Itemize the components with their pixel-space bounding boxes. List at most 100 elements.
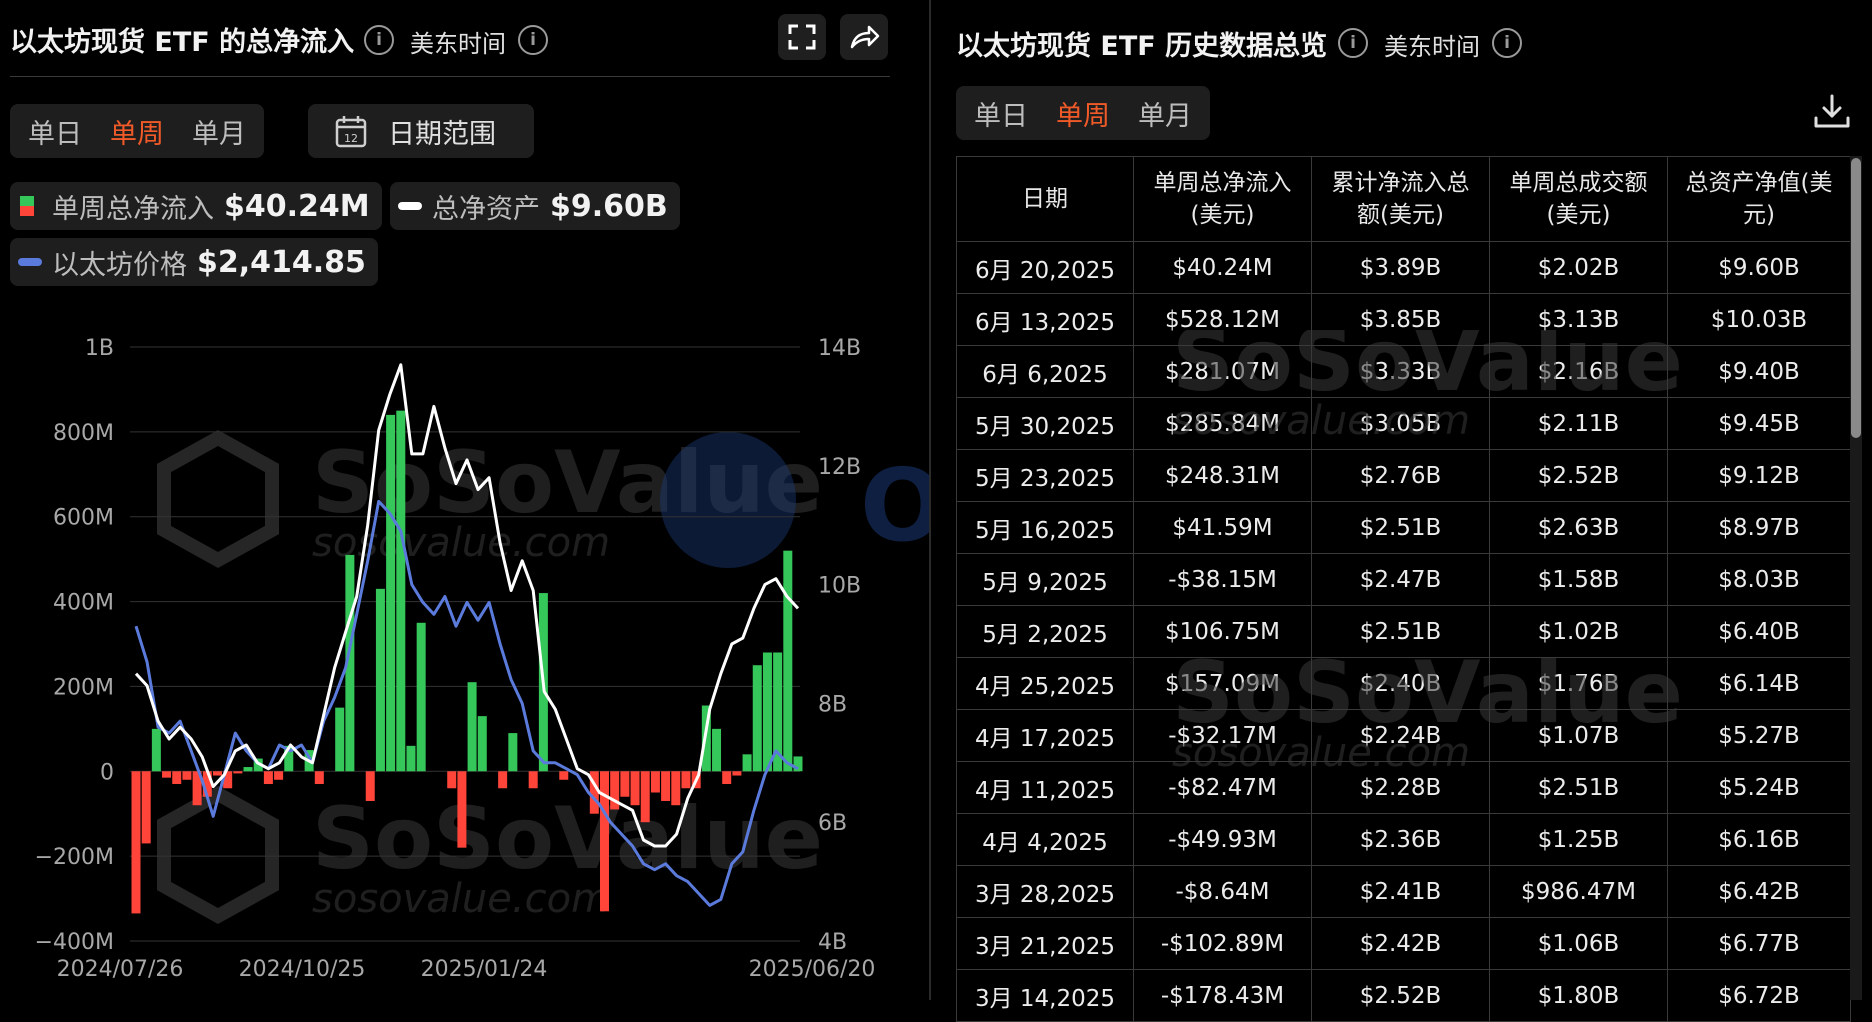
cell-cumulative-inflow: $2.76B	[1311, 449, 1490, 502]
table-row[interactable]: 4月 11,2025 -$82.47M $2.28B $2.51B $5.24B	[956, 761, 1851, 814]
inflow-bar[interactable]	[406, 745, 416, 772]
inflow-bar[interactable]	[233, 771, 243, 774]
table-row[interactable]: 6月 20,2025 $40.24M $3.89B $2.02B $9.60B	[956, 241, 1851, 294]
table-row[interactable]: 5月 16,2025 $41.59M $2.51B $2.63B $8.97B	[956, 501, 1851, 554]
net-inflow-chart[interactable]: SoSoValue sosovalue.com SoSoValue sosova…	[0, 0, 930, 1000]
inflow-bar[interactable]	[182, 771, 192, 780]
inflow-bar[interactable]	[508, 733, 518, 772]
inflow-bar[interactable]	[396, 410, 406, 772]
table-row[interactable]: 5月 9,2025 -$38.15M $2.47B $1.58B $8.03B	[956, 553, 1851, 606]
cell-cumulative-inflow: $2.42B	[1311, 917, 1490, 970]
inflow-bar[interactable]	[386, 414, 396, 772]
table-row[interactable]: 4月 4,2025 -$49.93M $2.36B $1.25B $6.16B	[956, 813, 1851, 866]
inflow-bar[interactable]	[793, 756, 803, 772]
inflow-bar[interactable]	[783, 550, 793, 772]
inflow-bar[interactable]	[274, 771, 284, 780]
table-row[interactable]: 4月 25,2025 $157.09M $2.40B $1.76B $6.14B	[956, 657, 1851, 710]
inflow-bar[interactable]	[457, 771, 467, 848]
inflow-bar[interactable]	[752, 665, 762, 772]
inflow-bar[interactable]	[467, 682, 477, 772]
y-axis-right: 14B 12B 10B 8B 6B 4B	[818, 336, 861, 955]
col-weekly-inflow-header[interactable]: 单周总净流入 (美元)	[1133, 156, 1312, 242]
net-inflow-chart-panel: 以太坊现货 ETF 的总净流入 i 美东时间 i 单日 单周 单月 12 日期范…	[0, 0, 930, 1000]
cell-net-assets: $5.24B	[1667, 761, 1851, 814]
table-row[interactable]: 3月 14,2025 -$178.43M $2.52B $1.80B $6.72B	[956, 969, 1851, 1022]
col-net-assets-header[interactable]: 总资产净值(美 元)	[1667, 156, 1851, 242]
timezone-info-icon[interactable]: i	[1492, 28, 1522, 58]
inflow-bar[interactable]	[762, 652, 772, 772]
cell-cumulative-inflow: $2.51B	[1311, 501, 1490, 554]
y-left-tick: 200M	[53, 675, 114, 700]
inflow-bar[interactable]	[661, 771, 671, 801]
inflow-bar[interactable]	[141, 771, 151, 844]
inflow-bar[interactable]	[477, 716, 487, 772]
table-row[interactable]: 3月 21,2025 -$102.89M $2.42B $1.06B $6.77B	[956, 917, 1851, 970]
cell-date: 4月 25,2025	[956, 657, 1134, 710]
table-row[interactable]: 5月 2,2025 $106.75M $2.51B $1.02B $6.40B	[956, 605, 1851, 658]
inflow-bar[interactable]	[131, 771, 141, 914]
inflow-bar[interactable]	[416, 622, 426, 772]
table-row[interactable]: 3月 28,2025 -$8.64M $2.41B $986.47M $6.42B	[956, 865, 1851, 918]
inflow-bar[interactable]	[314, 771, 324, 785]
watermark-odaily: ODAILY	[860, 447, 930, 564]
inflow-bar[interactable]	[172, 771, 182, 785]
inflow-bar[interactable]	[498, 771, 508, 789]
col-weekly-volume-header[interactable]: 单周总成交额 (美元)	[1489, 156, 1668, 242]
inflow-bar[interactable]	[742, 754, 752, 772]
inflow-bar[interactable]	[335, 707, 345, 772]
watermark-logo-1	[157, 429, 279, 569]
cell-date: 5月 2,2025	[956, 605, 1134, 658]
download-icon[interactable]	[1812, 92, 1852, 132]
tab-monthly[interactable]: 单月	[1124, 94, 1206, 133]
inflow-bar[interactable]	[640, 771, 650, 823]
cell-weekly-volume: $1.06B	[1489, 917, 1668, 970]
table-row[interactable]: 5月 23,2025 $248.31M $2.76B $2.52B $9.12B	[956, 449, 1851, 502]
cell-net-assets: $5.27B	[1667, 709, 1851, 762]
cell-cumulative-inflow: $2.36B	[1311, 813, 1490, 866]
inflow-bar[interactable]	[263, 771, 273, 785]
cell-weekly-inflow: $285.84M	[1133, 397, 1312, 450]
inflow-bar[interactable]	[650, 771, 660, 793]
inflow-bar[interactable]	[212, 771, 222, 776]
inflow-bar[interactable]	[671, 771, 681, 806]
table-row[interactable]: 6月 6,2025 $281.07M $3.33B $2.16B $9.40B	[956, 345, 1851, 398]
y-axis-left: 1B 800M 600M 400M 200M 0 −200M −400M	[35, 336, 114, 955]
cell-net-assets: $6.42B	[1667, 865, 1851, 918]
inflow-bar[interactable]	[559, 771, 569, 780]
inflow-bar[interactable]	[447, 771, 457, 789]
info-icon[interactable]: i	[1338, 28, 1368, 58]
watermark-odaily-logo	[660, 432, 796, 568]
watermark-url-2: sosovalue.com	[312, 876, 610, 922]
table-row[interactable]: 5月 30,2025 $285.84M $3.05B $2.11B $9.45B	[956, 397, 1851, 450]
cell-weekly-volume: $986.47M	[1489, 865, 1668, 918]
inflow-bar[interactable]	[151, 728, 161, 772]
inflow-bar[interactable]	[620, 771, 630, 797]
inflow-bar[interactable]	[712, 728, 722, 772]
inflow-bar[interactable]	[162, 771, 172, 778]
cell-date: 6月 6,2025	[956, 345, 1134, 398]
table-scrollbar-thumb[interactable]	[1851, 158, 1861, 438]
table-row[interactable]: 6月 13,2025 $528.12M $3.85B $3.13B $10.03B	[956, 293, 1851, 346]
cell-weekly-volume: $1.02B	[1489, 605, 1668, 658]
inflow-bar[interactable]	[732, 771, 742, 776]
tab-daily[interactable]: 单日	[960, 94, 1042, 133]
cell-cumulative-inflow: $3.89B	[1311, 241, 1490, 294]
inflow-bar[interactable]	[375, 588, 385, 772]
col-date-header[interactable]: 日期	[956, 156, 1134, 242]
cell-cumulative-inflow: $3.85B	[1311, 293, 1490, 346]
cell-weekly-volume: $2.52B	[1489, 449, 1668, 502]
inflow-bar[interactable]	[722, 771, 732, 785]
tab-weekly[interactable]: 单周	[1042, 94, 1124, 133]
inflow-bar[interactable]	[681, 771, 691, 789]
inflow-bar[interactable]	[243, 767, 253, 772]
cell-cumulative-inflow: $2.28B	[1311, 761, 1490, 814]
cell-weekly-inflow: -$102.89M	[1133, 917, 1312, 970]
inflow-bar[interactable]	[528, 771, 538, 789]
x-tick: 2024/07/26	[57, 957, 184, 982]
inflow-bar[interactable]	[630, 771, 640, 806]
inflow-bar[interactable]	[365, 771, 375, 801]
y-right-tick: 8B	[818, 692, 847, 717]
table-row[interactable]: 4月 17,2025 -$32.17M $2.24B $1.07B $5.27B	[956, 709, 1851, 762]
cell-date: 4月 11,2025	[956, 761, 1134, 814]
col-cumulative-inflow-header[interactable]: 累计净流入总 额(美元)	[1311, 156, 1490, 242]
